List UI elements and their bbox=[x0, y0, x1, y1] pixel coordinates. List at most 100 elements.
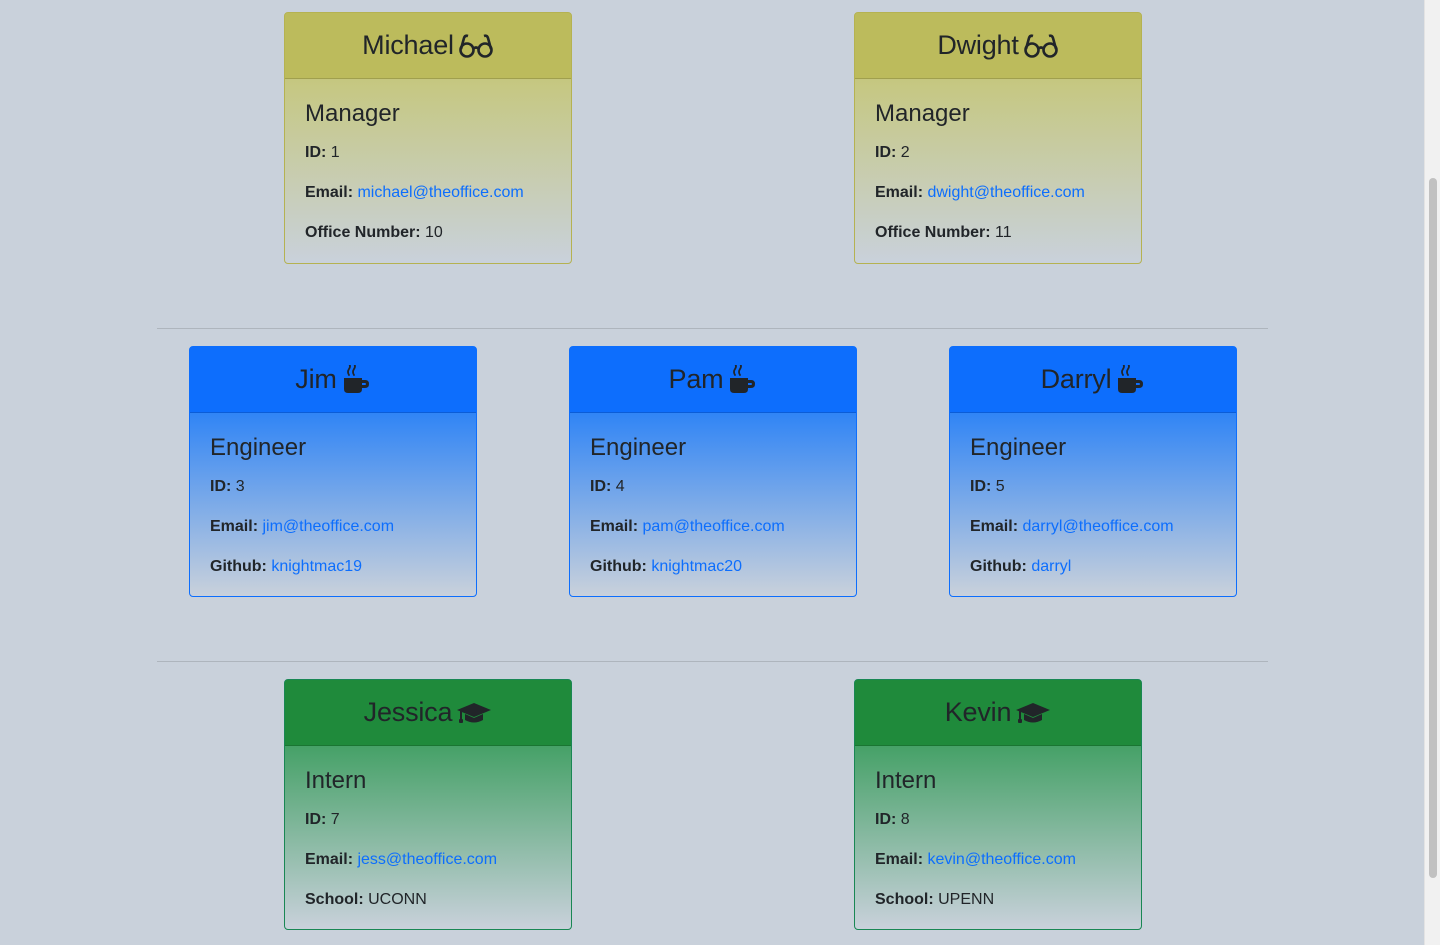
email-field: Email: jess@theoffice.com bbox=[305, 850, 551, 870]
id-value: 2 bbox=[900, 144, 910, 161]
id-value: 7 bbox=[330, 811, 340, 828]
team-roster-page: Michael Manager ID: 1 Email: michael@the… bbox=[0, 0, 1424, 945]
section-divider bbox=[157, 661, 1268, 662]
office-number-field: Office Number: 10 bbox=[305, 223, 551, 243]
email-field: Email: pam@theoffice.com bbox=[590, 517, 836, 537]
card-header: Jessica bbox=[285, 680, 571, 746]
id-field: ID: 3 bbox=[210, 477, 456, 497]
github-field: Github: knightmac19 bbox=[210, 557, 456, 577]
email-label: Email: bbox=[590, 518, 639, 535]
email-link[interactable]: pam@theoffice.com bbox=[642, 518, 784, 535]
email-field: Email: darryl@theoffice.com bbox=[970, 517, 1216, 537]
id-value: 1 bbox=[330, 144, 340, 161]
engineer-card: Jim Engineer ID: 3 Email: jim@theoffice.… bbox=[189, 346, 477, 597]
school-value: UPENN bbox=[938, 891, 995, 908]
intern-card: Jessica Intern ID: 7 Email: jess@theoffi… bbox=[284, 679, 572, 930]
office-number-value: 10 bbox=[425, 224, 443, 241]
card-header: Jim bbox=[190, 347, 476, 413]
card-header: Dwight bbox=[855, 13, 1141, 79]
office-number-field: Office Number: 11 bbox=[875, 223, 1121, 243]
github-field: Github: knightmac20 bbox=[590, 557, 836, 577]
github-field: Github: darryl bbox=[970, 557, 1216, 577]
github-link[interactable]: knightmac19 bbox=[271, 558, 362, 575]
card-body: Engineer ID: 3 Email: jim@theoffice.com … bbox=[190, 413, 476, 577]
school-label: School: bbox=[875, 891, 934, 908]
id-label: ID: bbox=[590, 478, 612, 495]
school-value: UCONN bbox=[368, 891, 427, 908]
school-field: School: UPENN bbox=[875, 890, 1121, 910]
school-field: School: UCONN bbox=[305, 890, 551, 910]
employee-role: Manager bbox=[875, 100, 970, 127]
office-number-label: Office Number: bbox=[305, 224, 421, 241]
employee-role: Manager bbox=[305, 100, 400, 127]
section-divider bbox=[157, 328, 1268, 329]
id-field: ID: 4 bbox=[590, 477, 836, 497]
id-label: ID: bbox=[970, 478, 992, 495]
id-field: ID: 2 bbox=[875, 143, 1121, 163]
glasses-icon bbox=[458, 33, 494, 59]
email-link[interactable]: dwight@theoffice.com bbox=[927, 184, 1084, 201]
card-body: Manager ID: 2 Email: dwight@theoffice.co… bbox=[855, 79, 1141, 243]
email-label: Email: bbox=[875, 851, 924, 868]
card-body: Engineer ID: 5 Email: darryl@theoffice.c… bbox=[950, 413, 1236, 577]
email-field: Email: michael@theoffice.com bbox=[305, 183, 551, 203]
id-value: 8 bbox=[900, 811, 910, 828]
email-label: Email: bbox=[305, 851, 354, 868]
card-header: Kevin bbox=[855, 680, 1141, 746]
id-label: ID: bbox=[210, 478, 232, 495]
email-label: Email: bbox=[875, 184, 924, 201]
github-link[interactable]: knightmac20 bbox=[651, 558, 742, 575]
email-link[interactable]: kevin@theoffice.com bbox=[927, 851, 1075, 868]
id-label: ID: bbox=[875, 811, 897, 828]
glasses-icon bbox=[1023, 33, 1059, 59]
employee-name: Kevin bbox=[944, 697, 1012, 727]
email-field: Email: dwight@theoffice.com bbox=[875, 183, 1121, 203]
manager-card: Dwight Manager ID: 2 Email: dwight@theof… bbox=[854, 12, 1142, 264]
employee-role: Intern bbox=[875, 767, 937, 794]
email-field: Email: kevin@theoffice.com bbox=[875, 850, 1121, 870]
id-label: ID: bbox=[305, 811, 327, 828]
employee-name: Dwight bbox=[937, 30, 1019, 60]
manager-card: Michael Manager ID: 1 Email: michael@the… bbox=[284, 12, 572, 264]
card-body: Manager ID: 1 Email: michael@theoffice.c… bbox=[285, 79, 571, 243]
github-label: Github: bbox=[590, 558, 647, 575]
card-header: Michael bbox=[285, 13, 571, 79]
graduation-cap-icon bbox=[1015, 700, 1051, 726]
employee-name: Jessica bbox=[363, 697, 453, 727]
office-number-label: Office Number: bbox=[875, 224, 991, 241]
mug-icon bbox=[341, 362, 371, 395]
email-link[interactable]: jess@theoffice.com bbox=[357, 851, 497, 868]
id-label: ID: bbox=[305, 144, 327, 161]
employee-name: Pam bbox=[668, 364, 724, 394]
email-link[interactable]: jim@theoffice.com bbox=[262, 518, 394, 535]
mug-icon bbox=[727, 362, 757, 395]
email-label: Email: bbox=[970, 518, 1019, 535]
id-field: ID: 1 bbox=[305, 143, 551, 163]
employee-role: Intern bbox=[305, 767, 367, 794]
vertical-scrollbar[interactable] bbox=[1424, 0, 1440, 945]
github-label: Github: bbox=[970, 558, 1027, 575]
id-field: ID: 5 bbox=[970, 477, 1216, 497]
id-value: 3 bbox=[235, 478, 245, 495]
employee-role: Engineer bbox=[590, 434, 687, 461]
employee-name: Darryl bbox=[1040, 364, 1112, 394]
github-link[interactable]: darryl bbox=[1031, 558, 1071, 575]
card-body: Engineer ID: 4 Email: pam@theoffice.com … bbox=[570, 413, 856, 577]
id-value: 5 bbox=[995, 478, 1005, 495]
school-label: School: bbox=[305, 891, 364, 908]
graduation-cap-icon bbox=[456, 700, 492, 726]
email-link[interactable]: darryl@theoffice.com bbox=[1022, 518, 1173, 535]
mug-icon bbox=[1115, 362, 1145, 395]
id-field: ID: 8 bbox=[875, 810, 1121, 830]
id-label: ID: bbox=[875, 144, 897, 161]
engineer-card: Darryl Engineer ID: 5 Email: darryl@theo… bbox=[949, 346, 1237, 597]
card-header: Pam bbox=[570, 347, 856, 413]
employee-name: Jim bbox=[295, 364, 337, 394]
id-value: 4 bbox=[615, 478, 625, 495]
scrollbar-thumb[interactable] bbox=[1429, 178, 1437, 878]
employee-role: Engineer bbox=[970, 434, 1067, 461]
employee-name: Michael bbox=[362, 30, 454, 60]
email-label: Email: bbox=[210, 518, 259, 535]
email-link[interactable]: michael@theoffice.com bbox=[357, 184, 523, 201]
github-label: Github: bbox=[210, 558, 267, 575]
